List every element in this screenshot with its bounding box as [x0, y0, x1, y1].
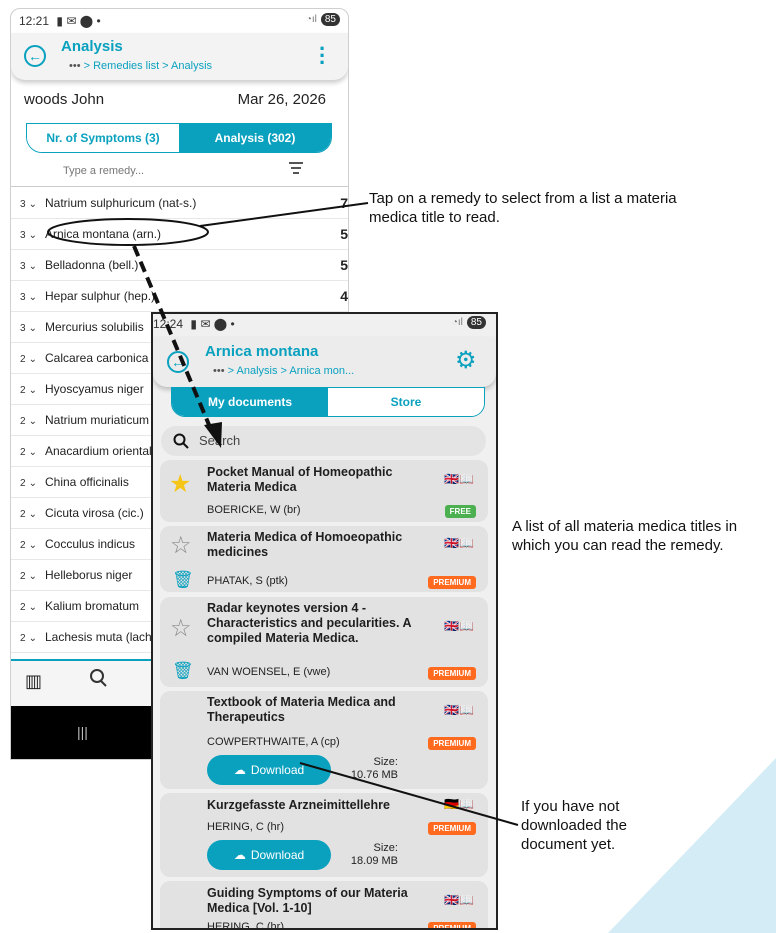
- annotation-download: If you have not downloaded the document …: [521, 798, 627, 853]
- annotation-tap: Tap on a remedy to select from a list a …: [369, 190, 677, 226]
- favorite-star-outline-icon[interactable]: ☆: [170, 531, 192, 560]
- premium-badge: PREMIUM: [428, 822, 476, 835]
- document-card[interactable]: Kurzgefasste Arzneimittellehre 🇩🇪📖 HERIN…: [160, 793, 488, 877]
- document-card[interactable]: Guiding Symptoms of our Materia Medica […: [160, 881, 488, 930]
- doc-search-bar[interactable]: Search: [161, 426, 486, 456]
- language-flag-book-icon: 🇩🇪📖: [444, 797, 474, 811]
- wifi-icon-2: ◔ıl: [451, 317, 463, 328]
- document-card[interactable]: ☆ Materia Medica of Homoeopathic medicin…: [160, 526, 488, 592]
- document-title: Textbook of Materia Medica and Therapeut…: [207, 695, 396, 724]
- favorite-star-outline-icon[interactable]: ☆: [170, 614, 192, 643]
- language-flag-book-icon: 🇬🇧📖: [444, 893, 474, 907]
- document-author: PHATAK, S (ptk): [207, 575, 288, 587]
- status-time-2: 12:24: [153, 317, 184, 331]
- document-title: Radar keynotes version 4 - Characteristi…: [207, 601, 412, 645]
- document-author: BOERICKE, W (br): [207, 504, 301, 516]
- document-author: HERING, C (hr): [207, 921, 284, 930]
- premium-badge: PREMIUM: [428, 922, 476, 928]
- document-title: Materia Medica of Homoeopathic medicines: [207, 530, 403, 559]
- trash-icon[interactable]: 🗑: [172, 570, 194, 590]
- language-flag-book-icon: 🇬🇧📖: [444, 472, 474, 486]
- status-bar-2: 12:24 ▮ ✉ ⬤ •: [153, 317, 235, 331]
- document-author: HERING, C (hr): [207, 821, 284, 833]
- download-label: Download: [250, 763, 305, 777]
- free-badge: FREE: [444, 505, 476, 518]
- cloud-download-icon: ☁: [233, 848, 246, 862]
- document-card[interactable]: ★ Pocket Manual of Homeopathic Materia M…: [160, 460, 488, 522]
- annotation-list: A list of all materia medica titles in w…: [512, 518, 738, 554]
- file-size: Size: 10.76 MB: [343, 756, 398, 782]
- file-size-value: 10.76 MB: [350, 769, 398, 781]
- premium-badge: PREMIUM: [428, 667, 476, 680]
- breadcrumb-path-2[interactable]: > Analysis > Arnica mon...: [228, 365, 355, 377]
- tab-store[interactable]: Store: [328, 388, 484, 416]
- breadcrumb-2: ••• > Analysis > Arnica mon...: [213, 365, 354, 377]
- language-flag-book-icon: 🇬🇧📖: [444, 703, 474, 717]
- download-button[interactable]: ☁ Download: [207, 755, 331, 785]
- status-right-2: ◔ıl 85: [452, 316, 486, 329]
- remedy-title: Arnica montana: [205, 343, 319, 360]
- document-card[interactable]: ☆ Radar keynotes version 4 - Characteris…: [160, 597, 488, 687]
- download-label: Download: [250, 848, 305, 862]
- back-arrow-icon-2[interactable]: ←: [167, 351, 189, 373]
- doc-tab-bar: My documents Store: [171, 387, 485, 417]
- trash-icon[interactable]: 🗑: [172, 661, 194, 681]
- file-size-label: Size:: [373, 756, 398, 768]
- premium-badge: PREMIUM: [428, 576, 476, 589]
- language-flag-book-icon: 🇬🇧📖: [444, 619, 474, 633]
- doc-header: ← Arnica montana ••• > Analysis > Arnica…: [153, 337, 496, 387]
- notification-icons-2: ▮ ✉ ⬤ •: [190, 317, 235, 331]
- breadcrumb-more-2[interactable]: •••: [213, 365, 225, 377]
- settings-gear-icon[interactable]: ⚙: [455, 346, 477, 375]
- file-size: Size: 18.09 MB: [343, 842, 398, 868]
- document-title: Guiding Symptoms of our Materia Medica […: [207, 886, 408, 915]
- favorite-star-filled-icon[interactable]: ★: [169, 469, 191, 499]
- document-title: Pocket Manual of Homeopathic Materia Med…: [207, 465, 393, 494]
- language-flag-book-icon: 🇬🇧📖: [444, 536, 474, 550]
- search-icon-2: [173, 433, 189, 454]
- doc-search-input[interactable]: Search: [199, 433, 240, 448]
- file-size-value: 18.09 MB: [350, 855, 398, 867]
- download-button[interactable]: ☁ Download: [207, 840, 331, 870]
- premium-badge: PREMIUM: [428, 737, 476, 750]
- document-author: COWPERTHWAITE, A (cp): [207, 736, 340, 748]
- file-size-label: Size:: [373, 842, 398, 854]
- document-author: VAN WOENSEL, E (vwe): [207, 666, 331, 678]
- document-title: Kurzgefasste Arzneimittellehre: [207, 798, 390, 812]
- cloud-download-icon: ☁: [233, 763, 246, 777]
- battery-icon-2: 85: [466, 316, 486, 329]
- documents-screen: 12:24 ▮ ✉ ⬤ • ◔ıl 85 ← Arnica montana ••…: [151, 312, 498, 930]
- tab-my-documents[interactable]: My documents: [172, 388, 328, 416]
- document-card[interactable]: Textbook of Materia Medica and Therapeut…: [160, 691, 488, 789]
